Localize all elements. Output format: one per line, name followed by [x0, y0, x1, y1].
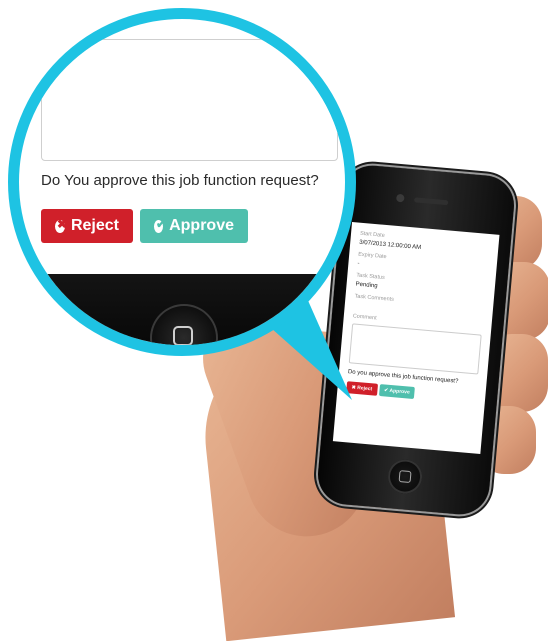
front-camera — [395, 193, 405, 203]
times-circle-icon: ✖ — [55, 216, 68, 233]
zoomed-comment-textarea[interactable] — [41, 39, 338, 161]
zoomed-approve-label: Approve — [169, 217, 234, 234]
home-button[interactable] — [386, 458, 424, 495]
home-square-icon — [173, 326, 193, 345]
earpiece-speaker — [413, 197, 449, 206]
zoomed-reject-label: Reject — [70, 217, 119, 234]
zoomed-approve-button[interactable]: ✔ Approve — [140, 209, 248, 243]
comment-textarea[interactable] — [348, 323, 482, 375]
reject-button[interactable]: ✖ Reject — [346, 381, 378, 396]
zoomed-approval-question: Do You approve this job function request… — [41, 172, 319, 189]
zoomed-reject-button[interactable]: ✖ Reject — [41, 209, 133, 243]
magnifier-bubble: Do You approve this job function request… — [8, 8, 356, 356]
reject-button-label: Reject — [356, 385, 373, 393]
phone-screen: Start Date 3/07/2013 12:00:00 AM Expiry … — [332, 221, 500, 455]
approve-button[interactable]: ✔ Approve — [378, 383, 416, 400]
check-circle-icon: ✔ — [154, 216, 167, 233]
approve-button-label: Approve — [389, 387, 410, 396]
home-square-icon — [398, 470, 412, 484]
